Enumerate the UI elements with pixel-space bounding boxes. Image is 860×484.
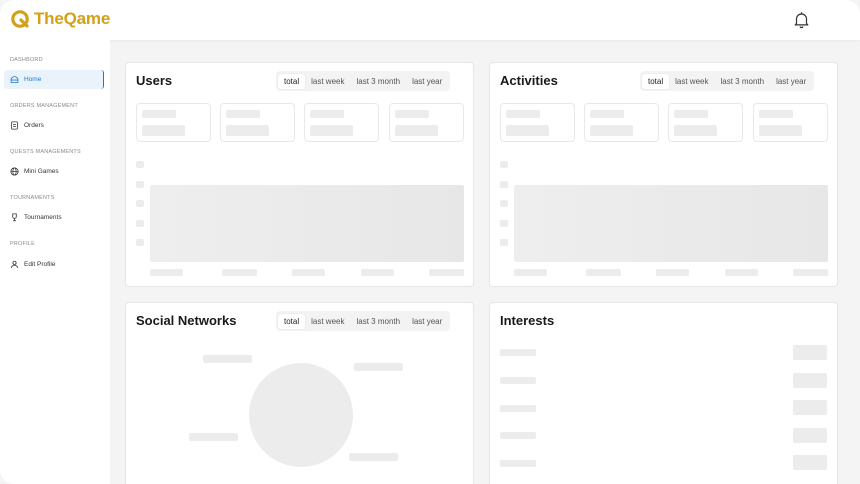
tab-last-week[interactable]: last week bbox=[305, 314, 350, 329]
label-placeholder bbox=[349, 453, 398, 461]
app-window: TheQame DASHBORD Home ORDERS MANAGEMENT bbox=[0, 0, 860, 484]
orders-icon bbox=[11, 121, 18, 130]
row-value-placeholder bbox=[793, 345, 827, 360]
social-networks-card: Social Networks total last week last 3 m… bbox=[125, 302, 474, 484]
row-label-placeholder bbox=[500, 377, 536, 384]
stat-placeholder bbox=[500, 103, 575, 142]
axis-placeholder bbox=[136, 161, 144, 168]
stat-placeholder bbox=[584, 103, 659, 142]
sidebar-item-orders[interactable]: Orders bbox=[4, 116, 104, 135]
section-title-profile: PROFILE bbox=[10, 241, 35, 247]
sidebar-item-label: Tournaments bbox=[24, 214, 62, 221]
row-value-placeholder bbox=[793, 373, 827, 388]
tab-last-week[interactable]: last week bbox=[305, 74, 350, 89]
logo[interactable]: TheQame bbox=[10, 9, 110, 29]
period-tabs: total last week last 3 month last year bbox=[640, 71, 815, 91]
chart-placeholder bbox=[514, 185, 828, 262]
sidebar-item-mini-games[interactable]: Mini Games bbox=[4, 162, 104, 181]
bell-icon[interactable] bbox=[793, 11, 810, 29]
card-title: Activities bbox=[500, 73, 558, 88]
row-label-placeholder bbox=[500, 460, 536, 467]
tab-last-3-month[interactable]: last 3 month bbox=[350, 74, 406, 89]
sidebar-item-label: Home bbox=[24, 76, 42, 83]
tab-last-week[interactable]: last week bbox=[669, 74, 714, 89]
interests-card: Interests bbox=[489, 302, 838, 484]
tab-last-3-month[interactable]: last 3 month bbox=[350, 314, 406, 329]
axis-placeholder bbox=[725, 269, 758, 276]
axis-placeholder bbox=[136, 200, 144, 207]
row-value-placeholder bbox=[793, 400, 827, 415]
users-card: Users total last week last 3 month last … bbox=[125, 62, 474, 287]
stat-placeholder bbox=[220, 103, 295, 142]
pie-placeholder bbox=[249, 363, 353, 467]
stat-placeholder bbox=[668, 103, 743, 142]
sidebar-item-label: Mini Games bbox=[24, 168, 59, 175]
tab-last-3-month[interactable]: last 3 month bbox=[714, 74, 770, 89]
axis-placeholder bbox=[150, 269, 183, 276]
row-value-placeholder bbox=[793, 428, 827, 443]
stat-placeholder bbox=[136, 103, 211, 142]
axis-placeholder bbox=[500, 200, 508, 207]
period-tabs: total last week last 3 month last year bbox=[276, 71, 451, 91]
card-title: Interests bbox=[500, 313, 555, 328]
section-title-tournaments: TOURNAMENTS bbox=[10, 195, 55, 201]
tab-last-year[interactable]: last year bbox=[770, 74, 812, 89]
tab-last-year[interactable]: last year bbox=[406, 314, 448, 329]
axis-placeholder bbox=[136, 220, 144, 227]
axis-placeholder bbox=[793, 269, 828, 276]
stat-placeholder bbox=[389, 103, 464, 142]
activities-card: Activities total last week last 3 month … bbox=[489, 62, 838, 287]
label-placeholder bbox=[203, 355, 252, 363]
stat-placeholder bbox=[304, 103, 379, 142]
section-title-dashboard: DASHBORD bbox=[10, 57, 43, 63]
trophy-icon bbox=[12, 213, 17, 222]
sidebar-item-label: Edit Profile bbox=[24, 261, 56, 268]
axis-placeholder bbox=[500, 161, 508, 168]
globe-icon bbox=[10, 167, 19, 176]
stat-placeholder bbox=[753, 103, 828, 142]
axis-placeholder bbox=[500, 181, 508, 188]
axis-placeholder bbox=[500, 220, 508, 227]
axis-placeholder bbox=[656, 269, 689, 276]
row-label-placeholder bbox=[500, 405, 536, 412]
tab-total[interactable]: total bbox=[278, 73, 306, 89]
axis-placeholder bbox=[586, 269, 621, 276]
row-label-placeholder bbox=[500, 432, 536, 439]
user-edit-icon bbox=[10, 260, 19, 269]
period-tabs: total last week last 3 month last year bbox=[276, 311, 451, 331]
tab-total[interactable]: total bbox=[278, 313, 306, 329]
row-label-placeholder bbox=[500, 349, 536, 356]
tab-total[interactable]: total bbox=[642, 73, 670, 89]
card-title: Social Networks bbox=[136, 313, 237, 328]
logo-icon bbox=[10, 9, 30, 29]
axis-placeholder bbox=[136, 181, 144, 188]
sidebar: DASHBORD Home ORDERS MANAGEMENT Orders Q… bbox=[0, 40, 110, 484]
axis-placeholder bbox=[222, 269, 257, 276]
label-placeholder bbox=[189, 433, 238, 441]
label-placeholder bbox=[354, 363, 403, 371]
sidebar-item-label: Orders bbox=[24, 122, 44, 129]
row-value-placeholder bbox=[793, 455, 827, 470]
card-title: Users bbox=[136, 73, 173, 88]
axis-placeholder bbox=[361, 269, 394, 276]
home-icon bbox=[10, 76, 19, 83]
axis-placeholder bbox=[514, 269, 547, 276]
axis-placeholder bbox=[429, 269, 464, 276]
sidebar-item-home[interactable]: Home bbox=[4, 70, 104, 89]
chart-placeholder bbox=[150, 185, 464, 262]
sidebar-item-edit-profile[interactable]: Edit Profile bbox=[4, 255, 104, 274]
axis-placeholder bbox=[136, 239, 144, 246]
app-name: TheQame bbox=[34, 9, 111, 28]
tab-last-year[interactable]: last year bbox=[406, 74, 448, 89]
section-title-quests: QUESTS MANAGEMENTS bbox=[10, 149, 81, 155]
axis-placeholder bbox=[500, 239, 508, 246]
top-bar: TheQame bbox=[0, 0, 860, 40]
sidebar-item-tournaments[interactable]: Tournaments bbox=[4, 208, 104, 227]
section-title-orders: ORDERS MANAGEMENT bbox=[10, 103, 78, 109]
axis-placeholder bbox=[292, 269, 325, 276]
